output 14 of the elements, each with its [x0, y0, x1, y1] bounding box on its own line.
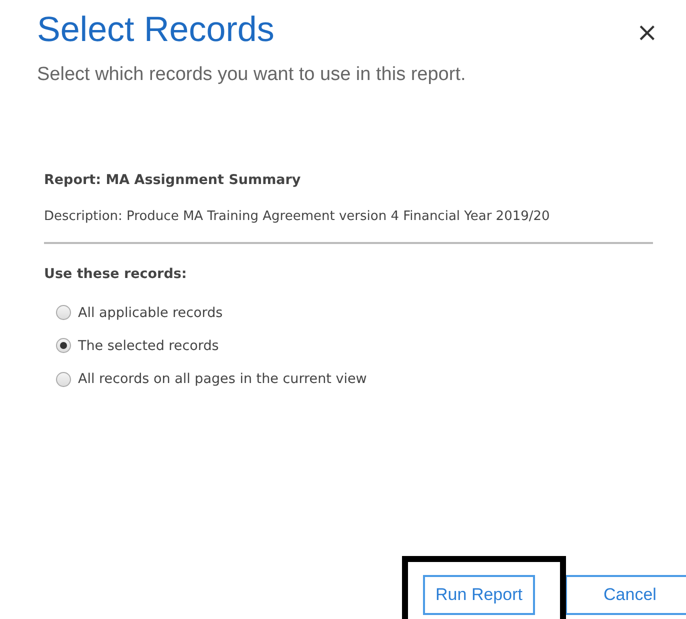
- records-label: Use these records:: [44, 265, 188, 284]
- radio-button[interactable]: [56, 305, 71, 320]
- report-name: Report: MA Assignment Summary: [44, 170, 302, 190]
- radio-label[interactable]: All records on all pages in the current view: [78, 369, 367, 390]
- run-report-button[interactable]: Run Report: [423, 575, 535, 615]
- radio-label[interactable]: All applicable records: [78, 302, 223, 323]
- radio-label[interactable]: The selected records: [78, 336, 219, 356]
- dialog-title: Select Records: [37, 12, 274, 47]
- dialog-subtitle: Select which records you want to use in this report.: [37, 63, 467, 87]
- close-button[interactable]: ×: [636, 20, 658, 46]
- radio-button[interactable]: [56, 338, 71, 354]
- radio-button[interactable]: [56, 372, 71, 387]
- report-description: Description: Produce MA Training Agreement version 4 Financial Year 2019/20: [44, 208, 551, 226]
- cancel-button[interactable]: Cancel: [565, 575, 686, 615]
